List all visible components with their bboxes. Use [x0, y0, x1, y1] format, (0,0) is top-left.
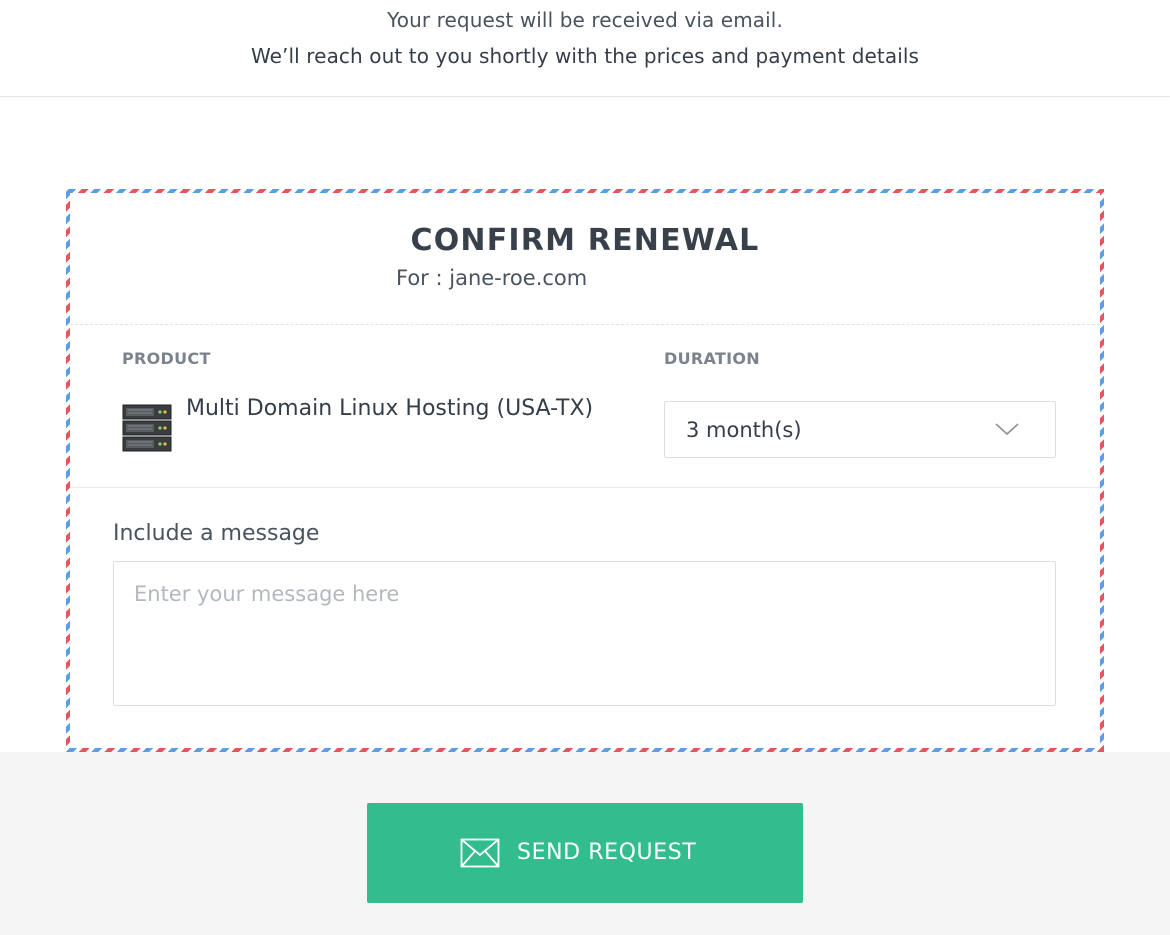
message-label: Include a message [113, 521, 320, 546]
chevron-down-icon [995, 423, 1019, 436]
notice-banner: Your request will be received via email.… [0, 0, 1170, 97]
server-icon [122, 404, 172, 452]
message-textarea[interactable] [113, 561, 1056, 706]
send-request-label: SEND REQUEST [517, 840, 697, 865]
dashed-divider [70, 324, 1100, 325]
notice-line-1: Your request will be received via email. [387, 8, 783, 32]
mail-icon [460, 838, 500, 868]
duration-column-label: DURATION [664, 349, 760, 368]
notice-line-2: We’ll reach out to you shortly with the … [250, 44, 920, 68]
form-title: CONFIRM RENEWAL [410, 223, 760, 258]
renewal-form: CONFIRM RENEWAL For : jane-roe.com PRODU… [70, 193, 1100, 748]
duration-selected-value: 3 month(s) [686, 418, 802, 442]
domain-label: For : jane-roe.com [396, 266, 588, 290]
product-name: Multi Domain Linux Hosting (USA-TX) [186, 396, 594, 421]
section-divider [70, 487, 1100, 488]
airmail-envelope-frame: CONFIRM RENEWAL For : jane-roe.com PRODU… [66, 189, 1104, 752]
duration-select[interactable]: 3 month(s) [664, 401, 1056, 458]
product-column-label: PRODUCT [122, 349, 211, 368]
send-request-button[interactable]: SEND REQUEST [367, 803, 803, 903]
